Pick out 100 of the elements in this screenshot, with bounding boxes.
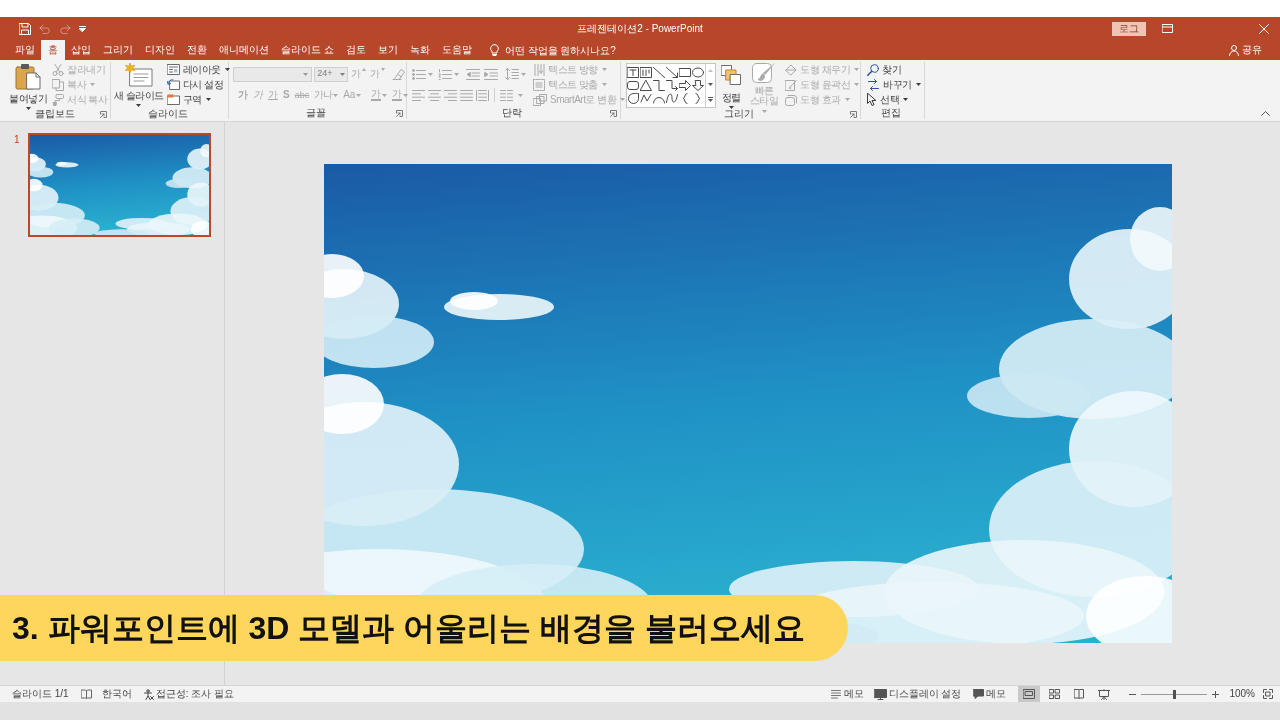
ribbon-tab[interactable]: 전환 [181, 40, 213, 60]
collapse-ribbon-icon[interactable] [1261, 111, 1270, 116]
dialog-launcher-icon[interactable] [100, 110, 107, 118]
accessibility-button[interactable]: 접근성: 조사 필요 [142, 688, 235, 700]
caret-icon [620, 98, 626, 101]
caret-up-icon [362, 68, 366, 71]
ribbon-tab[interactable]: 파일 [9, 40, 41, 60]
caret-icon [728, 106, 734, 109]
new-slide-button[interactable]: 새 슬라이드 [114, 62, 164, 108]
arrange-icon [721, 65, 742, 85]
paint-bucket-icon [785, 63, 798, 76]
zoom-slider-thumb[interactable] [1172, 689, 1176, 699]
caret-icon [136, 104, 142, 107]
caret-icon [90, 83, 95, 86]
section-button[interactable]: 구역 [165, 92, 231, 107]
zoom-slider[interactable] [1141, 689, 1208, 699]
line-icon[interactable] [653, 67, 666, 78]
search-icon [867, 63, 879, 76]
reset-button[interactable]: 다시 설정 [165, 77, 231, 92]
replace-arrows-icon [867, 78, 880, 91]
projector-screen-icon [1098, 688, 1111, 700]
freeform-icon[interactable] [640, 93, 653, 104]
right-arrow-icon[interactable] [679, 80, 692, 91]
caret-icon [854, 83, 859, 86]
arrow-line-icon[interactable] [666, 67, 679, 78]
lightbulb-icon [489, 44, 499, 56]
dialog-launcher-icon[interactable] [850, 110, 857, 118]
pencil-square-icon [785, 78, 798, 91]
dialog-launcher-icon[interactable] [396, 109, 403, 117]
teardrop-icon[interactable] [627, 93, 640, 104]
caret-down-icon [381, 68, 385, 71]
oval-icon[interactable] [692, 67, 705, 78]
group-label: 편집 [881, 107, 901, 119]
caret-icon [844, 98, 850, 101]
tell-me-field[interactable]: 어떤 작업을 원하시나요? [504, 42, 627, 58]
section-icon [166, 94, 180, 105]
caret-icon [903, 98, 908, 101]
vertical-text-box-icon[interactable] [640, 67, 653, 78]
more-shapes-icon[interactable] [707, 96, 713, 102]
ribbon-tab[interactable]: 슬라이드 쇼 [275, 40, 340, 60]
caret-icon [356, 93, 362, 97]
text-box-icon[interactable] [627, 67, 640, 78]
open-book-icon [1074, 689, 1085, 699]
caret-icon [340, 72, 345, 76]
ribbon-tab[interactable]: 그리기 [97, 40, 139, 60]
dialog-launcher-icon[interactable] [610, 109, 617, 117]
paste-button[interactable]: 붙여넣기 [7, 62, 49, 108]
elbow-connector-icon[interactable] [653, 80, 666, 91]
elbow-arrow-icon[interactable] [666, 80, 679, 91]
down-arrow-icon[interactable] [692, 80, 705, 91]
ribbon-tab[interactable]: 녹화 [403, 40, 436, 60]
align-text-icon [533, 78, 545, 91]
caret-icon [854, 68, 859, 71]
scroll-down-icon[interactable] [707, 83, 713, 86]
curve-icon[interactable] [666, 93, 679, 104]
ribbon-display-options-icon[interactable] [1162, 24, 1173, 33]
group-label: 슬라이드 [148, 108, 188, 120]
normal-view-icon [1023, 689, 1036, 699]
comments-button[interactable]: 메모 [973, 688, 1007, 700]
group-label: 클립보드 [35, 108, 75, 120]
shape-effects-icon [785, 93, 798, 106]
notes-button[interactable]: 메모 [830, 688, 864, 700]
rectangle-icon[interactable] [679, 67, 692, 78]
notes-lines-icon [830, 689, 841, 699]
cursor-icon [867, 93, 877, 106]
ribbon-tab[interactable]: 애니메이션 [213, 40, 275, 60]
ribbon-tab[interactable]: 보기 [371, 40, 404, 60]
ribbon-tab[interactable]: 도움말 [435, 40, 478, 60]
caret-icon [333, 93, 339, 97]
person-icon [1229, 44, 1239, 56]
normal-view-button[interactable] [1018, 686, 1041, 702]
smartart-icon [533, 93, 547, 106]
slide-count: 슬라이드 1/1 [12, 688, 69, 700]
zoom-in-icon[interactable] [1212, 690, 1220, 698]
triangle-icon[interactable] [640, 80, 653, 91]
find-button[interactable]: 찾기 [866, 62, 924, 77]
layout-button[interactable]: 레이아웃 [165, 62, 231, 77]
paintbrush-icon [52, 93, 64, 106]
language-label[interactable]: 한국어 [101, 688, 132, 700]
display-settings-button[interactable]: 디스플레이 설정 [873, 688, 962, 700]
save-icon[interactable] [19, 22, 31, 35]
select-button[interactable]: 선택 [866, 92, 924, 107]
replace-button[interactable]: 바꾸기 [866, 77, 924, 92]
reset-slide-icon [166, 79, 180, 90]
monitor-icon [873, 688, 887, 700]
zoom-level[interactable]: 100% [1229, 688, 1255, 700]
ribbon-tab[interactable]: 홈 [41, 40, 65, 60]
share-button[interactable]: 공유 [1229, 44, 1262, 56]
notes-book-icon[interactable] [80, 689, 92, 699]
ribbon-tab[interactable]: 디자인 [139, 40, 181, 60]
sign-in-button[interactable]: 로그 [1112, 21, 1146, 36]
customize-caret-icon[interactable] [79, 25, 86, 32]
fit-to-window-icon[interactable] [1263, 689, 1273, 699]
caret-icon [205, 98, 211, 101]
close-icon[interactable] [1259, 23, 1269, 34]
ribbon-tab[interactable]: 검토 [339, 40, 372, 60]
rounded-rectangle-icon[interactable] [627, 80, 640, 91]
ribbon-tab[interactable]: 삽입 [65, 40, 97, 60]
arrange-button[interactable]: 정렬 [718, 62, 744, 108]
group-label: 글꼴 [306, 107, 326, 119]
